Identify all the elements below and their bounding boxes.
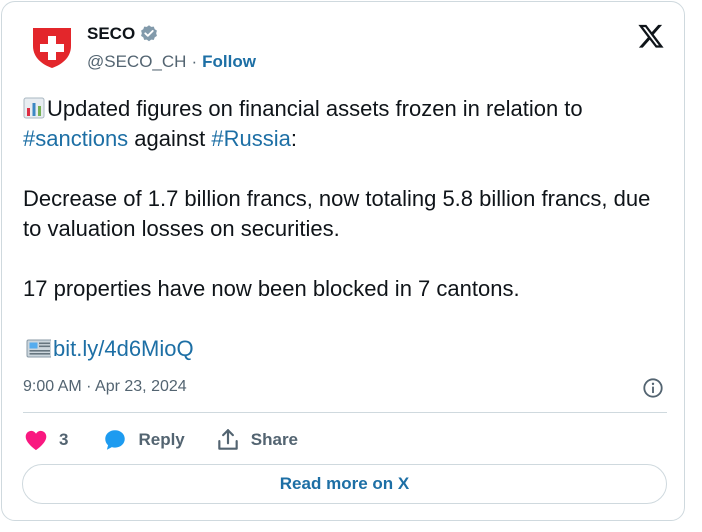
reply-bubble-icon <box>105 430 126 450</box>
handle-row: @SECO_CH · Follow <box>87 52 256 72</box>
reply-label: Reply <box>138 430 185 449</box>
read-more-on-x-button[interactable]: Read more on X <box>22 464 667 504</box>
tweet-timestamp[interactable]: 9:00 AM · Apr 23, 2024 <box>23 378 187 396</box>
tweet-actions: 3 Reply Share <box>23 426 298 454</box>
share-button[interactable]: Share <box>215 427 298 453</box>
x-logo-icon[interactable] <box>637 22 665 50</box>
follow-button[interactable]: Follow <box>202 52 256 72</box>
tweet-body: Updated figures on financial assets froz… <box>23 94 673 364</box>
bitly-link[interactable]: bit.ly/4d6MioQ <box>53 336 194 361</box>
tweet-link-paragraph: bit.ly/4d6MioQ <box>23 334 673 364</box>
tweet-card: SECO @SECO_CH · Follow Updated figures o… <box>1 1 685 521</box>
colon-text: : <box>290 126 297 151</box>
tweet-paragraph-3: 17 properties have now been blocked in 7… <box>23 276 520 301</box>
account-handle[interactable]: @SECO_CH <box>87 52 186 72</box>
newspaper-emoji-icon <box>26 339 51 358</box>
against-text: against <box>128 126 212 151</box>
hashtag-russia-link[interactable]: #Russia <box>211 126 290 151</box>
name-row: SECO <box>87 24 159 44</box>
verified-badge-icon <box>141 25 158 42</box>
divider <box>23 412 667 413</box>
like-count: 3 <box>59 430 69 449</box>
account-name[interactable]: SECO <box>87 24 135 44</box>
tweet-paragraph-2: Decrease of 1.7 billion francs, now tota… <box>23 186 651 241</box>
reply-button[interactable]: Reply <box>102 427 185 453</box>
hashtag-sanctions-link[interactable]: #sanctions <box>23 126 128 151</box>
separator-dot: · <box>191 52 198 71</box>
info-icon[interactable] <box>642 377 664 399</box>
like-button[interactable]: 3 <box>23 427 68 453</box>
share-label: Share <box>250 430 299 449</box>
tweet-paragraph-1: Updated figures on financial assets froz… <box>23 94 673 154</box>
bar-chart-emoji-icon <box>23 97 45 119</box>
tweet-line1-text: Updated figures on financial assets froz… <box>47 96 583 121</box>
seco-swiss-shield-avatar[interactable] <box>29 24 75 70</box>
tweet-header: SECO @SECO_CH · Follow <box>23 20 667 80</box>
heart-icon <box>25 430 47 451</box>
share-upload-icon <box>218 429 238 450</box>
